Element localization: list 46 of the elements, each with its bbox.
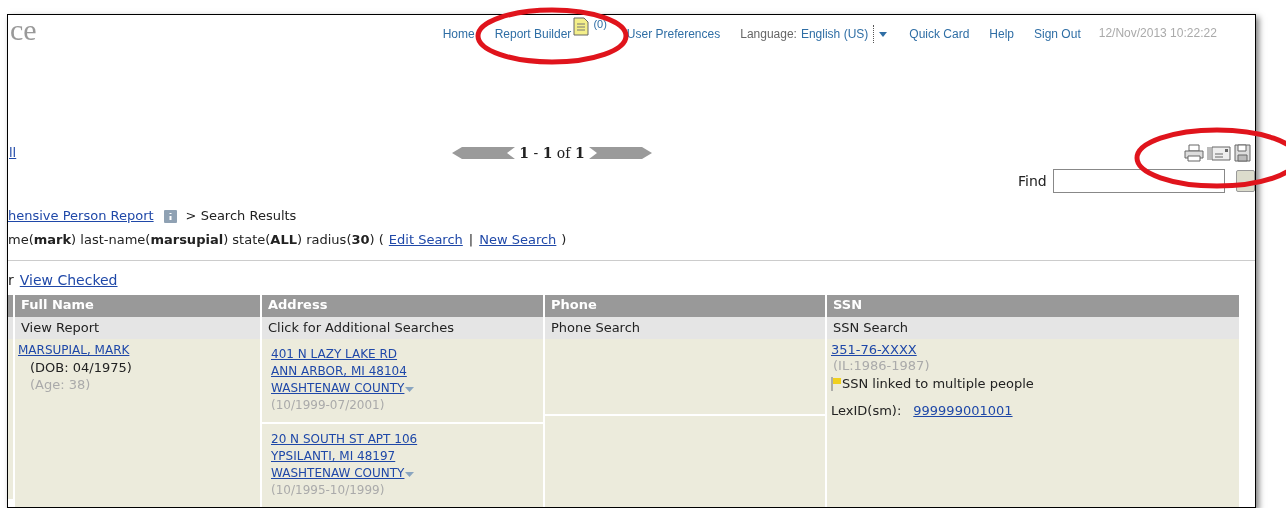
ssn-link[interactable]: 351-76-XXXX — [831, 342, 917, 358]
age-text: (Age: 38) — [30, 376, 91, 393]
lexid-label: LexID(sm): — [831, 403, 902, 419]
county-link[interactable]: WASHTENAW COUNTY — [271, 380, 405, 397]
view-checked-prefix: r — [8, 270, 14, 290]
closing-paren: ) — [561, 231, 567, 250]
column-header: Phone — [545, 295, 825, 317]
select-all-link[interactable]: ll — [9, 143, 17, 163]
ssn-issued: (IL:1986-1987) — [833, 358, 930, 374]
nav-link[interactable]: Home — [442, 27, 475, 41]
dob-text: (DOB: 04/1975) — [30, 359, 132, 376]
timestamp: 12/Nov/2013 10:22:22 — [1098, 25, 1217, 42]
subheader-cell: Phone Search — [545, 317, 825, 339]
address-link[interactable]: 20 N SOUTH ST APT 106 — [271, 431, 418, 448]
link-separator: | — [468, 231, 474, 250]
nav-link[interactable]: Quick Card — [909, 27, 970, 41]
page-indicator: 1 - 1 of 1 — [519, 143, 585, 163]
search-criteria: me(mark) last-name(marsupial) state(ALL) radius(30) ( — [8, 231, 384, 250]
county-link[interactable]: WASHTENAW COUNTY — [271, 465, 405, 482]
subheader-cell: View Report — [15, 317, 260, 339]
nav-link[interactable]: Report Builder — [494, 25, 572, 43]
address-link[interactable]: ANN ARBOR, MI 48104 — [271, 363, 407, 380]
breadcrumb-current: > Search Results — [185, 207, 297, 226]
report-count: (0) — [593, 17, 607, 32]
new-search-link[interactable]: New Search — [479, 230, 557, 250]
edit-search-link[interactable]: Edit Search — [388, 230, 463, 250]
view-checked-link[interactable]: View Checked — [19, 269, 118, 291]
lexid-link[interactable]: 999999001001 — [913, 403, 1013, 419]
person-name-link[interactable]: MARSUPIAL, MARK — [18, 342, 130, 359]
ssn-warning: SSN linked to multiple people — [842, 376, 1034, 392]
column-header: SSN — [827, 295, 1239, 317]
address-dates: (10/1995-10/1999) — [271, 482, 385, 499]
address-dates: (10/1999-07/2001) — [271, 397, 385, 414]
language-dropdown[interactable]: English (US) — [800, 25, 890, 43]
address-link[interactable]: YPSILANTI, MI 48197 — [271, 448, 396, 465]
nav-link[interactable]: Help — [989, 27, 1014, 41]
column-header: Address — [262, 295, 543, 317]
report-type-link[interactable]: hensive Person Report — [8, 206, 154, 226]
address-link[interactable]: 401 N LAZY LAKE RD — [271, 346, 398, 363]
column-header: Full Name — [15, 295, 260, 317]
nav-link[interactable]: Sign Out — [1034, 27, 1081, 41]
subheader-cell: SSN Search — [827, 317, 1239, 339]
find-label: Find — [1018, 171, 1047, 191]
language-label: Language: — [740, 26, 797, 43]
subheader-cell: Click for Additional Searches — [262, 317, 543, 339]
logo-fragment: ce — [10, 15, 37, 45]
